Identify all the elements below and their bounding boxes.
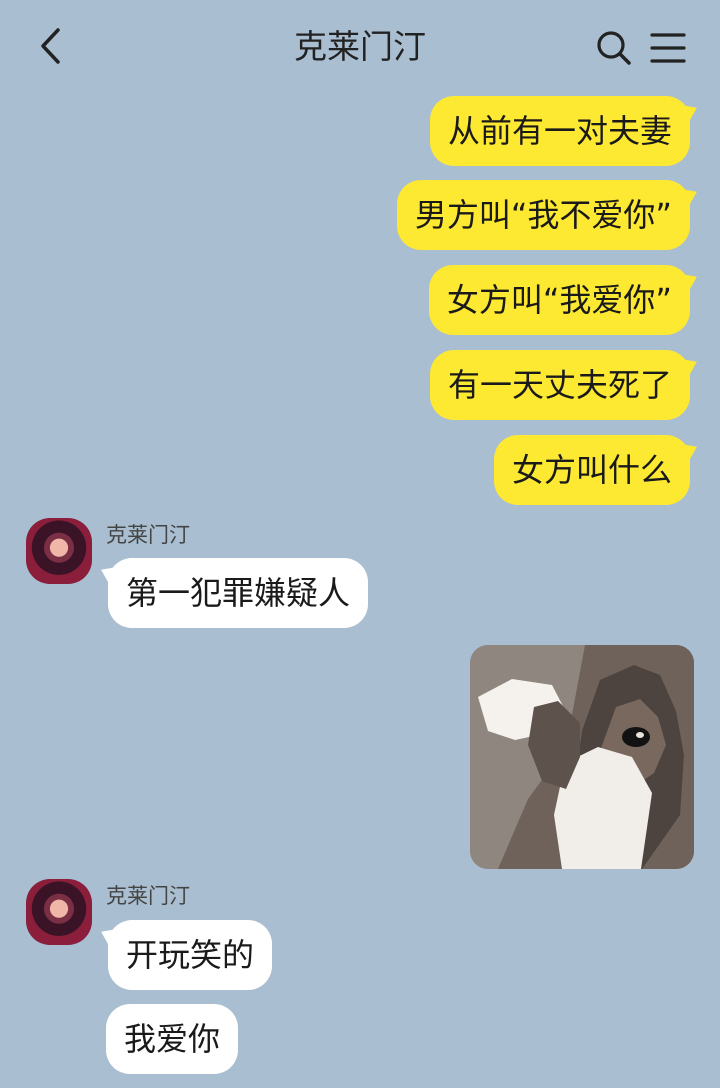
- message-bubble-sent[interactable]: 从前有一对夫妻: [429, 96, 690, 166]
- message-bubble-received[interactable]: 开玩笑的: [108, 920, 273, 990]
- chat-header: 克莱门汀: [0, 0, 720, 92]
- message-bubble-sent[interactable]: 女方叫什么: [493, 435, 690, 505]
- message-bubble-received[interactable]: 我爱你: [106, 1004, 239, 1074]
- sender-name: 克莱门汀: [106, 884, 190, 908]
- message-bubble-sent[interactable]: 女方叫“我爱你”: [428, 265, 690, 335]
- search-icon: [597, 31, 631, 65]
- search-button[interactable]: [594, 28, 634, 68]
- avatar[interactable]: [26, 518, 92, 584]
- message-bubble-received[interactable]: 第一犯罪嫌疑人: [108, 558, 369, 628]
- message-bubble-sent[interactable]: 男方叫“我不爱你”: [396, 180, 690, 250]
- menu-button[interactable]: [648, 28, 688, 68]
- cat-illustration: [470, 645, 694, 869]
- menu-icon: [650, 33, 686, 63]
- avatar[interactable]: [26, 879, 92, 945]
- sender-name: 克莱门汀: [106, 523, 190, 547]
- cat-photo[interactable]: [470, 645, 694, 869]
- message-bubble-sent[interactable]: 有一天丈夫死了: [429, 350, 690, 420]
